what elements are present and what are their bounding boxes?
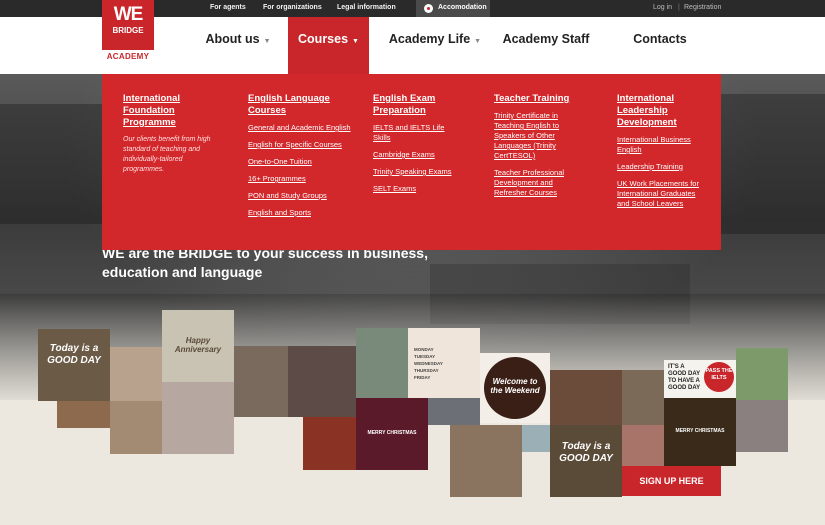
courses-mega-menu: International Foundation Programme Our c… (102, 74, 721, 250)
nav-contacts[interactable]: Contacts (628, 17, 692, 62)
photo-group-dinner (550, 370, 622, 425)
photo-castle (428, 398, 480, 425)
photo-building (356, 328, 408, 398)
topbar-separator: | (678, 4, 680, 11)
nav-about-us-label: About us (205, 32, 260, 46)
menu-col-english: English Language Courses General and Aca… (248, 93, 356, 225)
menu-head-teacher[interactable]: Teacher Training (494, 93, 576, 105)
menu-desc-foundation: Our clients benefit from high standard o… (123, 136, 211, 173)
photo-woman-2 (622, 425, 664, 466)
menu-link[interactable]: English and Sports (248, 208, 356, 218)
menu-link[interactable]: 16+ Programmes (248, 174, 356, 184)
photo-smiling-man (110, 401, 162, 454)
good-day-quote-text: IT'S A GOOD DAY TO HAVE A GOOD DAY (668, 364, 701, 391)
chevron-down-icon: ▼ (474, 38, 482, 45)
photo-classroom (162, 382, 234, 454)
photo-park (736, 348, 788, 400)
location-pin-icon (424, 4, 433, 13)
photo-friends (57, 401, 110, 428)
photo-anniversary-card: Happy Anniversary (162, 310, 234, 382)
chevron-down-icon: ▼ (352, 38, 359, 45)
nav-courses-label: Courses (298, 32, 349, 46)
nav-academy-staff[interactable]: Academy Staff (500, 17, 592, 62)
nav-academy-life[interactable]: Academy Life ▼ (385, 17, 485, 62)
anniversary-text: Happy Anniversary (174, 336, 222, 354)
chevron-down-icon: ▼ (263, 38, 271, 45)
photo-today-good-day-2: Today is a GOOD DAY (550, 425, 622, 497)
merry-christmas-text: MERRY CHRISTMAS (367, 430, 417, 436)
menu-col-foundation: International Foundation Programme Our c… (123, 93, 223, 175)
weekday: TUESDAY (414, 354, 436, 359)
menu-link[interactable]: SELT Exams (373, 184, 461, 194)
logo-we: WE (113, 4, 144, 25)
menu-head-foundation[interactable]: International Foundation Programme (123, 93, 223, 129)
photo-christmas-lights (303, 417, 356, 470)
menu-link[interactable]: IELTS and IELTS Life Skills (373, 123, 461, 143)
nav-academy-staff-label: Academy Staff (502, 32, 590, 46)
accommodation-link[interactable]: Accomodation (416, 0, 490, 17)
legal-information-link[interactable]: Legal information (337, 4, 396, 11)
menu-col-leadership: International Leadership Development Int… (617, 93, 709, 216)
weekday: MONDAY (414, 347, 434, 352)
nav-academy-life-label: Academy Life (388, 32, 471, 46)
for-organizations-link[interactable]: For organizations (263, 4, 322, 11)
nav-about-us[interactable]: About us ▼ (198, 17, 278, 62)
photo-merry-christmas-2: MERRY CHRISTMAS (664, 398, 736, 466)
photo-small (522, 425, 550, 452)
today-good-day-2-text: Today is a GOOD DAY (559, 441, 613, 464)
photo-christmas-tree (288, 346, 356, 417)
merry-christmas-2-text: MERRY CHRISTMAS (675, 428, 725, 434)
menu-col-teacher: Teacher Training Trinity Certificate in … (494, 93, 576, 205)
menu-link[interactable]: Cambridge Exams (373, 150, 461, 160)
menu-link[interactable]: General and Academic English (248, 123, 356, 133)
menu-link[interactable]: One-to-One Tuition (248, 157, 356, 167)
menu-link[interactable]: UK Work Placements for International Gra… (617, 179, 709, 209)
weekday: FRIDAY (414, 375, 431, 380)
nav-contacts-label: Contacts (633, 32, 687, 46)
photo-welcome-weekend: Welcome to the Weekend (480, 353, 550, 423)
menu-link[interactable]: Leadership Training (617, 162, 709, 172)
registration-link[interactable]: Registration (684, 4, 721, 11)
photo-students (622, 370, 664, 425)
logo-academy: ACADEMY (106, 52, 150, 61)
menu-link[interactable]: Teacher Professional Development and Ref… (494, 168, 576, 198)
menu-head-english[interactable]: English Language Courses (248, 93, 356, 117)
sign-up-button[interactable]: SIGN UP HERE (622, 466, 721, 496)
pass-ielts-text: PASS THE IELTS (705, 368, 733, 381)
today-good-day-text: Today is a GOOD DAY (47, 343, 101, 366)
menu-head-leadership[interactable]: International Leadership Development (617, 93, 709, 129)
menu-col-exam: English Exam Preparation IELTS and IELTS… (373, 93, 461, 201)
weekday-list: MONDAY TUESDAY WEDNESDAY THURSDAY FRIDAY (414, 346, 474, 381)
menu-link[interactable]: Trinity Certificate in Teaching English … (494, 111, 576, 161)
photo-woman (234, 346, 288, 417)
nav-courses[interactable]: Courses ▼ (288, 17, 369, 74)
menu-link[interactable]: Trinity Speaking Exams (373, 167, 461, 177)
photo-today-good-day: Today is a GOOD DAY (38, 329, 110, 401)
login-link[interactable]: Log in (653, 4, 672, 11)
menu-link[interactable]: English for Specific Courses (248, 140, 356, 150)
photo-man-portrait (736, 400, 788, 452)
accommodation-label: Accomodation (438, 4, 487, 11)
weekday: WEDNESDAY (414, 361, 443, 366)
photo-person (110, 347, 162, 401)
photo-weekdays-list: MONDAY TUESDAY WEDNESDAY THURSDAY FRIDAY (408, 328, 480, 398)
photo-coast (450, 425, 522, 497)
photo-merry-christmas: MERRY CHRISTMAS (356, 398, 428, 470)
menu-link[interactable]: PON and Study Groups (248, 191, 356, 201)
welcome-weekend-text: Welcome to the Weekend (490, 377, 540, 395)
menu-link[interactable]: International Business English (617, 135, 709, 155)
menu-head-exam[interactable]: English Exam Preparation (373, 93, 461, 117)
photo-good-day-quote: IT'S A GOOD DAY TO HAVE A GOOD DAY PASS … (664, 360, 736, 398)
logo-bridge: BRIDGE (112, 26, 144, 35)
we-bridge-logo[interactable]: WE BRIDGE ACADEMY (102, 0, 154, 62)
for-agents-link[interactable]: For agents (210, 4, 246, 11)
weekday: THURSDAY (414, 368, 439, 373)
